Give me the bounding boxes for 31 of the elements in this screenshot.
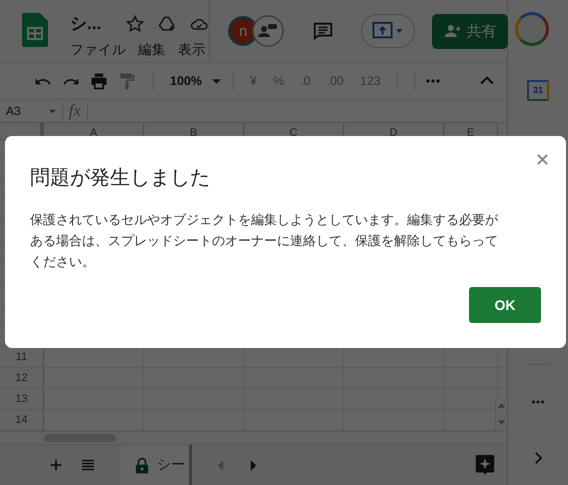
- sheets-logo-icon[interactable]: [22, 13, 48, 47]
- ok-button[interactable]: OK: [469, 287, 541, 323]
- explore-icon[interactable]: [475, 454, 495, 476]
- caret-icon[interactable]: [212, 78, 221, 84]
- scroll-down-icon[interactable]: [498, 420, 505, 425]
- menu-item[interactable]: 表示: [178, 41, 206, 59]
- lock-icon: [135, 456, 149, 474]
- cell-reference-field[interactable]: A3: [0, 104, 21, 118]
- dialog-message: 保護されているセルやオブジェクトを編集しようとしています。編集する必要がある場合は、スプレッドシートのオーナーに連絡して、保護を解除してもらってください。: [30, 211, 499, 271]
- scroll-up-icon[interactable]: [498, 403, 505, 408]
- menu-item[interactable]: ファイル: [70, 41, 126, 59]
- comment-icon[interactable]: [312, 20, 334, 42]
- close-icon[interactable]: [537, 154, 548, 165]
- person-chat-icon[interactable]: [252, 15, 284, 47]
- format-button[interactable]: %: [272, 74, 284, 88]
- right-arrow-icon[interactable]: [249, 458, 258, 472]
- caret-icon[interactable]: [48, 108, 56, 114]
- dialog-title: 問題が発生しました: [30, 166, 210, 191]
- sheet-tab[interactable]: シー: [121, 445, 192, 485]
- upload-screen-icon: [372, 21, 404, 41]
- present-button[interactable]: [361, 14, 416, 48]
- calendar-icon[interactable]: 31: [527, 80, 549, 101]
- add-person-icon: [444, 22, 462, 40]
- star-icon[interactable]: [125, 14, 146, 34]
- menu-item[interactable]: 編集: [138, 41, 166, 59]
- share-button[interactable]: 共有: [432, 14, 508, 48]
- drive-add-icon[interactable]: [157, 14, 178, 34]
- format-button[interactable]: ¥: [250, 74, 257, 88]
- zoom-dropdown[interactable]: 100%: [170, 74, 202, 88]
- print-icon[interactable]: [89, 71, 109, 91]
- document-title[interactable]: シ...: [70, 12, 102, 35]
